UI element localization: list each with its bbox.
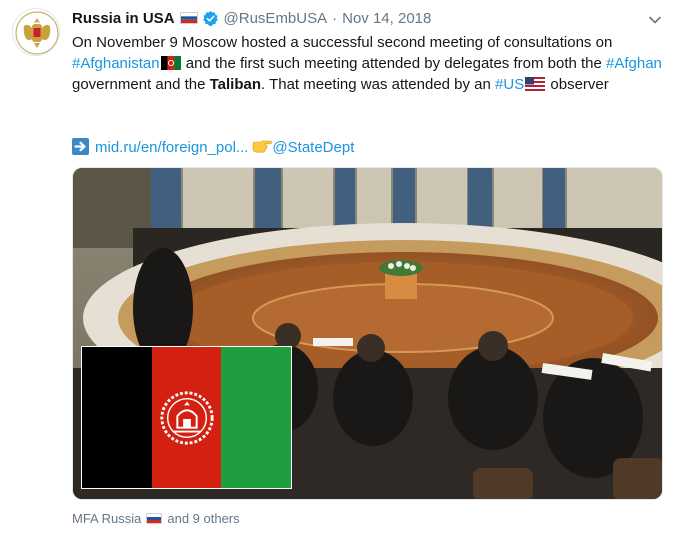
text-segment: On November 9 Moscow hosted a successful… [72, 34, 613, 51]
afghanistan-emblem-icon [159, 390, 214, 445]
right-arrow-icon [72, 138, 89, 155]
afghanistan-flag-icon [160, 56, 181, 70]
retweeter-name[interactable]: MFA Russia [72, 511, 141, 526]
flag-stripe-black [82, 347, 152, 488]
russian-emblem-icon [14, 10, 59, 55]
text-segment: government and the [72, 76, 210, 93]
mention-statedept[interactable]: @StateDept [272, 139, 354, 156]
display-name[interactable]: Russia in USA [72, 10, 175, 27]
hashtag-afghan[interactable]: #Afghan [606, 55, 662, 72]
hashtag-us[interactable]: #US [495, 76, 524, 93]
link-line: mid.ru/en/foreign_pol... @StateDept [72, 137, 354, 158]
pointing-hand-icon [252, 139, 273, 153]
verified-badge-icon [202, 10, 219, 27]
external-link[interactable]: mid.ru/en/foreign_pol... [95, 139, 248, 156]
bold-text: Taliban [209, 76, 261, 93]
text-segment: and the first such meeting attended by d… [181, 55, 607, 72]
separator-dot: · [332, 9, 338, 27]
russia-flag-icon [146, 513, 163, 524]
flag-stripe-red [151, 347, 222, 488]
us-flag-icon [525, 77, 546, 91]
tweet-date[interactable]: Nov 14, 2018 [342, 10, 431, 27]
flag-stripe-green [221, 347, 292, 488]
tweet-media[interactable] [72, 167, 663, 500]
text-segment: . That meeting was attended by an [261, 76, 496, 93]
avatar[interactable] [12, 8, 60, 56]
retweeted-by[interactable]: MFA Russia and 9 others [72, 511, 240, 526]
afghanistan-flag-overlay [81, 346, 292, 489]
tweet-text: On November 9 Moscow hosted a successful… [72, 32, 662, 95]
hashtag-afghanistan[interactable]: #Afghanistan [72, 55, 160, 72]
user-handle[interactable]: @RusEmbUSA [224, 10, 328, 27]
text-segment: observer [546, 76, 609, 93]
chevron-down-icon[interactable] [648, 12, 662, 24]
russia-flag-icon [179, 12, 198, 24]
tweet-header: Russia in USA @RusEmbUSA · Nov 14, 2018 [72, 8, 431, 28]
tweet[interactable]: Russia in USA @RusEmbUSA · Nov 14, 2018 … [0, 0, 675, 534]
retweeter-others[interactable]: and 9 others [167, 511, 239, 526]
